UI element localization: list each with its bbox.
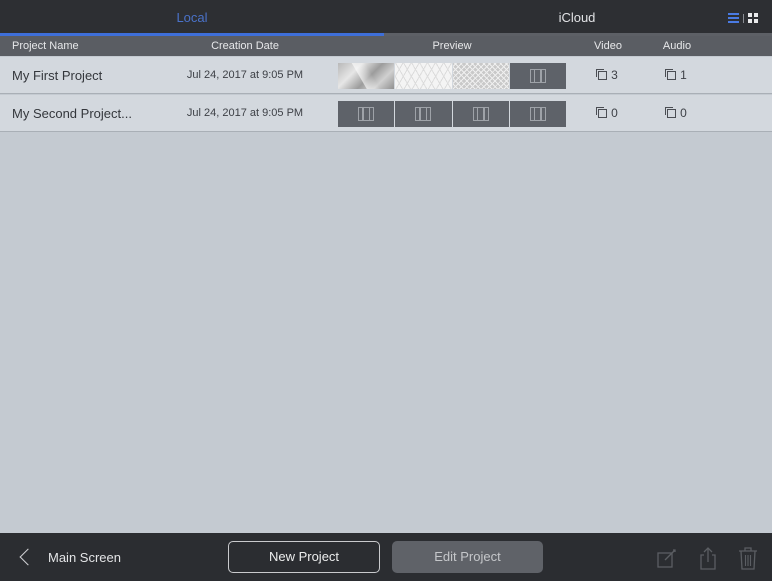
back-label: Main Screen [48, 549, 121, 565]
audio-count: 1 [647, 57, 707, 94]
video-count: 3 [578, 57, 638, 94]
column-header-date[interactable]: Creation Date [165, 36, 325, 56]
video-count: 0 [578, 95, 638, 132]
column-header-video[interactable]: Video [578, 36, 638, 56]
view-mode-toggle [728, 12, 758, 24]
source-tab-bar: Local iCloud [0, 0, 772, 36]
preview-thumbnail [509, 63, 566, 89]
audio-count-value: 0 [680, 106, 687, 120]
tab-local[interactable]: Local [0, 0, 384, 36]
preview-thumbnail [395, 63, 452, 89]
compose-icon[interactable] [656, 545, 678, 571]
video-count-value: 0 [611, 106, 618, 120]
project-preview-strip [338, 101, 566, 127]
column-header-name[interactable]: Project Name [12, 36, 79, 56]
project-preview-strip [338, 63, 566, 89]
trash-icon[interactable] [737, 545, 759, 571]
film-icon [529, 69, 546, 83]
preview-thumbnail [395, 101, 452, 127]
preview-thumbnail [338, 101, 395, 127]
column-header-audio[interactable]: Audio [647, 36, 707, 56]
audio-count-value: 1 [680, 68, 687, 82]
preview-thumbnail [452, 63, 509, 89]
clips-icon [665, 107, 677, 118]
share-icon[interactable] [697, 545, 719, 571]
video-count-value: 3 [611, 68, 618, 82]
new-project-button[interactable]: New Project [228, 541, 380, 573]
toggle-separator [743, 13, 744, 23]
table-header: Project Name Creation Date Preview Video… [0, 36, 772, 56]
clips-icon [665, 69, 677, 80]
bottom-toolbar: Main Screen New Project Edit Project [0, 533, 772, 581]
column-header-preview: Preview [432, 40, 472, 52]
table-row[interactable]: My First Project Jul 24, 2017 at 9:05 PM… [0, 57, 772, 94]
project-name: My First Project [12, 68, 103, 83]
film-icon [415, 107, 432, 121]
preview-thumbnail [452, 101, 509, 127]
edit-project-button[interactable]: Edit Project [392, 541, 543, 573]
film-icon [358, 107, 375, 121]
clips-icon [596, 107, 608, 118]
project-name: My Second Project... [12, 106, 132, 121]
audio-count: 0 [647, 95, 707, 132]
film-icon [529, 107, 546, 121]
preview-thumbnail [509, 101, 566, 127]
list-view-icon[interactable] [728, 13, 739, 23]
project-date: Jul 24, 2017 at 9:05 PM [186, 69, 304, 81]
clips-icon [596, 69, 608, 80]
preview-thumbnail [338, 63, 395, 89]
film-icon [472, 107, 489, 121]
project-date: Jul 24, 2017 at 9:05 PM [186, 107, 304, 119]
grid-view-icon[interactable] [748, 13, 758, 23]
back-button[interactable]: Main Screen [16, 533, 121, 581]
table-row[interactable]: My Second Project... Jul 24, 2017 at 9:0… [0, 95, 772, 132]
chevron-left-icon [19, 548, 37, 566]
tab-icloud[interactable]: iCloud [384, 0, 770, 36]
